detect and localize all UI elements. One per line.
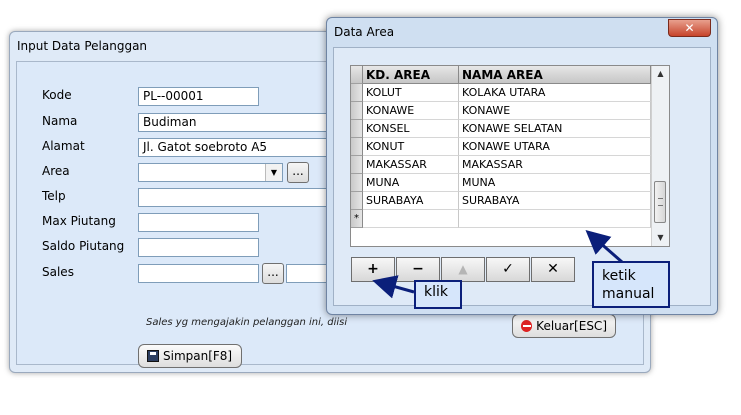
callout-klik: klik xyxy=(414,280,462,309)
annotation-arrows xyxy=(372,230,623,299)
callout-ketik-manual: ketik manual xyxy=(592,261,670,308)
